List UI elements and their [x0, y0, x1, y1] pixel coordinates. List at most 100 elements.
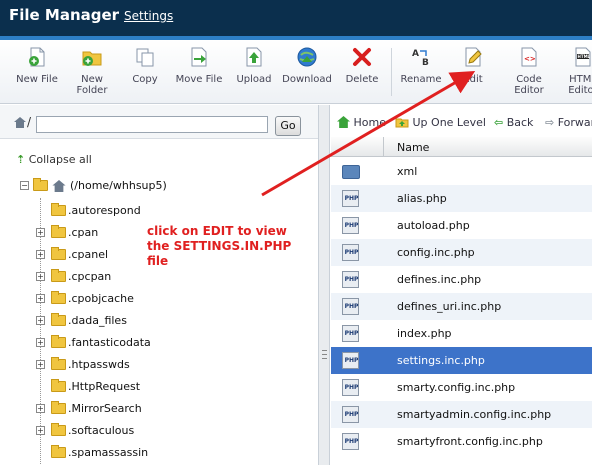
expand-toggle-icon[interactable]: +: [36, 249, 45, 259]
expand-toggle-icon[interactable]: +: [36, 337, 45, 347]
tree-item[interactable]: + .dada_files: [36, 309, 127, 331]
code-editor-button[interactable]: <> Code Editor: [508, 46, 550, 96]
tree-item-label: .spamassassin: [68, 445, 149, 459]
copy-button[interactable]: Copy: [126, 46, 164, 85]
folder-icon: [51, 268, 66, 282]
file-row[interactable]: PHP alias.php: [331, 185, 592, 212]
navigation-bar: Home Up One Level ⇦ Back ⇨ Forward: [331, 113, 592, 135]
expand-toggle-icon[interactable]: +: [36, 293, 45, 303]
collapse-toggle-icon[interactable]: −: [20, 181, 29, 190]
tree-item[interactable]: + .cpcpan: [36, 265, 111, 287]
download-label: Download: [282, 74, 332, 85]
tree-item[interactable]: + .cpobjcache: [36, 287, 134, 309]
back-button[interactable]: ⇦ Back: [494, 116, 533, 129]
path-input[interactable]: [36, 116, 268, 133]
tree-item[interactable]: + .cpan: [36, 221, 98, 243]
edit-label: Edit: [463, 74, 483, 85]
new-file-button[interactable]: New File: [14, 46, 60, 85]
upload-button[interactable]: Upload: [234, 46, 274, 85]
home-icon: [52, 179, 66, 192]
php-file-icon: PHP: [342, 379, 359, 396]
php-file-icon: PHP: [342, 217, 359, 234]
file-list: Name xml PHP alias.php PHP autoload.php PHP co…: [331, 137, 592, 465]
move-file-button[interactable]: Move File: [172, 46, 226, 85]
file-row[interactable]: PHP smarty.config.inc.php: [331, 374, 592, 401]
php-file-icon: PHP: [342, 190, 359, 207]
upload-icon: [246, 47, 262, 67]
file-row[interactable]: PHP defines.inc.php: [331, 266, 592, 293]
copy-label: Copy: [132, 74, 158, 85]
tree-item[interactable]: + .fantasticodata: [36, 331, 151, 353]
settings-link[interactable]: Settings: [124, 9, 173, 23]
file-row[interactable]: PHP autoload.php: [331, 212, 592, 239]
tree-item-label: .cpan: [68, 225, 99, 239]
annotation-note: click on EDIT to view the SETTINGS.IN.PH…: [147, 224, 292, 268]
html-editor-label: HTML Editor: [568, 74, 592, 96]
up-one-level-button[interactable]: Up One Level: [395, 116, 486, 129]
file-list-header: Name: [331, 137, 592, 157]
name-column-header[interactable]: Name: [397, 141, 429, 154]
splitter-grip-icon[interactable]: [322, 350, 327, 359]
tree-item[interactable]: + .htpasswds: [36, 353, 130, 375]
file-row[interactable]: PHP settings.inc.php: [331, 347, 592, 374]
delete-button[interactable]: Delete: [342, 46, 382, 85]
tree-item[interactable]: + .MirrorSearch: [36, 397, 142, 419]
expand-toggle-icon[interactable]: +: [36, 425, 45, 435]
tree-item[interactable]: .spamassassin: [36, 441, 148, 463]
rename-button[interactable]: A B Rename: [398, 46, 444, 85]
forward-label: Forward: [557, 116, 592, 129]
file-row[interactable]: PHP defines_uri.inc.php: [331, 293, 592, 320]
edit-button[interactable]: Edit: [455, 46, 491, 85]
move-file-icon: [191, 47, 207, 67]
tree-item-label: .HttpRequest: [68, 379, 141, 393]
file-row[interactable]: PHP index.php: [331, 320, 592, 347]
edit-pencil-icon: [465, 47, 482, 67]
tree-item-label: .MirrorSearch: [68, 401, 142, 415]
folder-icon: [51, 290, 66, 304]
php-file-icon: PHP: [342, 325, 359, 342]
tree-item-label: .cpcpan: [68, 269, 112, 283]
new-folder-icon: [82, 51, 102, 66]
file-row[interactable]: xml: [331, 158, 592, 185]
tree-item[interactable]: + .cpanel: [36, 243, 108, 265]
expand-toggle-icon[interactable]: +: [36, 403, 45, 413]
tree-item-label: .autorespond: [68, 203, 141, 217]
forward-arrow-icon: ⇨: [545, 116, 555, 129]
tree-root[interactable]: − (/home/whhsup5): [20, 178, 167, 192]
folder-icon: [51, 224, 66, 238]
html-editor-button[interactable]: HTML HTML Editor: [562, 46, 592, 96]
home-nav-icon: [337, 116, 350, 128]
svg-text:B: B: [422, 58, 429, 68]
tree-item[interactable]: + .softaculous: [36, 419, 134, 441]
expand-toggle-icon[interactable]: +: [36, 359, 45, 369]
tree-item-label: .fantasticodata: [68, 335, 151, 349]
address-bar: / Go: [0, 105, 318, 139]
tree-item-label: .cpobjcache: [68, 291, 134, 305]
home-nav-button[interactable]: Home: [337, 116, 386, 129]
back-label: Back: [506, 116, 534, 129]
expand-toggle-icon[interactable]: +: [36, 315, 45, 325]
file-row[interactable]: PHP smartyfront.config.inc.php: [331, 428, 592, 455]
expand-toggle-icon[interactable]: +: [36, 227, 45, 237]
pane-splitter[interactable]: [318, 105, 330, 465]
collapse-arrow-icon: ⇡: [16, 153, 26, 166]
new-folder-button[interactable]: New Folder: [69, 46, 115, 96]
upload-label: Upload: [236, 74, 272, 85]
file-name: settings.inc.php: [397, 354, 485, 367]
svg-text:<>: <>: [524, 55, 536, 63]
go-button[interactable]: Go: [275, 116, 301, 136]
download-button[interactable]: Download: [282, 46, 332, 85]
tree-item[interactable]: .HttpRequest: [36, 375, 140, 397]
forward-button[interactable]: ⇨ Forward: [545, 116, 592, 129]
app-title: File Manager: [9, 6, 120, 24]
collapse-all-link[interactable]: ⇡ Collapse all: [16, 153, 92, 166]
folder-icon: [51, 378, 66, 392]
php-file-icon: PHP: [342, 244, 359, 261]
toolbar-separator: [391, 48, 392, 96]
expand-toggle-icon[interactable]: +: [36, 271, 45, 281]
tree-item[interactable]: .autorespond: [36, 199, 141, 221]
file-row[interactable]: PHP config.inc.php: [331, 239, 592, 266]
file-row[interactable]: PHP smartyadmin.config.inc.php: [331, 401, 592, 428]
back-arrow-icon: ⇦: [494, 116, 504, 129]
